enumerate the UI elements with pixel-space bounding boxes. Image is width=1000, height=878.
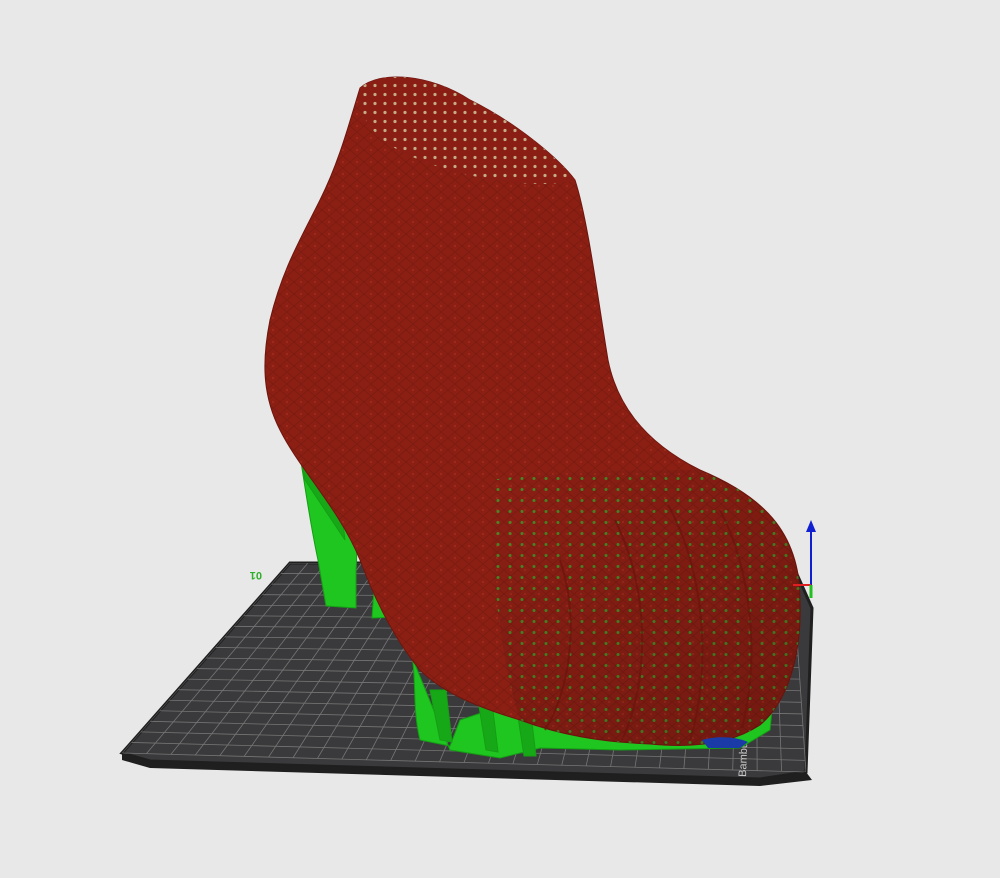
plate-number-label: 01 [250, 569, 262, 581]
3d-viewport[interactable]: 01 Bambu Textured [0, 0, 1000, 878]
shoe-toe-shading [490, 470, 801, 746]
